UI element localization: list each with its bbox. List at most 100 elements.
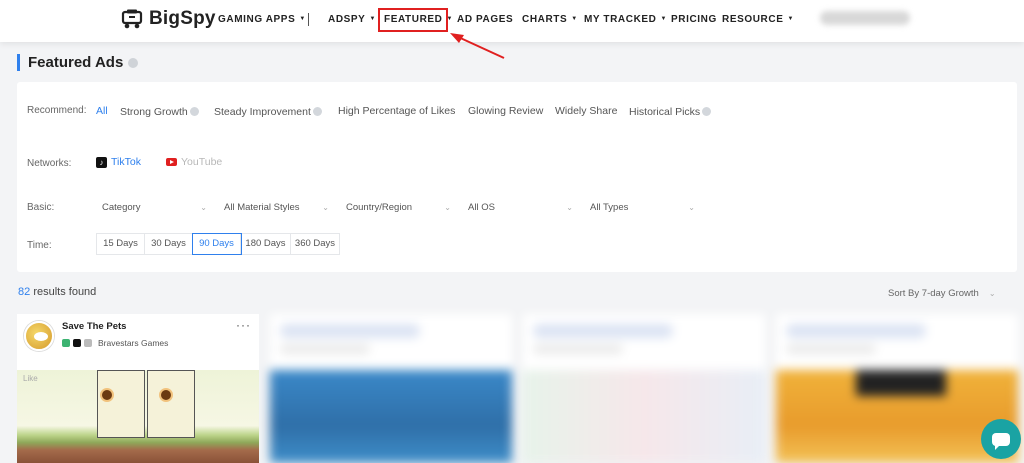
blurred-subheader	[533, 344, 623, 354]
ad-card-blurred[interactable]	[523, 314, 765, 463]
recommend-all[interactable]: All	[96, 105, 108, 117]
logo-text: BigSpy	[149, 8, 216, 29]
time-90-days[interactable]: 90 Days	[192, 233, 242, 255]
logo[interactable]: BigSpy	[120, 8, 216, 30]
card-meta: Bravestars Games	[62, 338, 168, 348]
sort-select[interactable]: Sort By 7-day Growth ⌄	[888, 288, 996, 299]
crown-icon	[84, 339, 92, 347]
networks-label: Networks:	[27, 158, 72, 169]
nav-divider	[308, 13, 309, 26]
user-account-menu[interactable]	[820, 11, 910, 25]
blurred-subheader	[280, 344, 370, 354]
results-count: 82 results found	[18, 286, 96, 298]
results-number: 82	[18, 286, 31, 298]
ad-card-blurred[interactable]	[270, 314, 512, 463]
game-pillar-left	[97, 370, 145, 438]
chip-label: Steady Improvement	[214, 106, 311, 118]
tiktok-icon: ♪	[96, 156, 107, 168]
recommend-high-likes[interactable]: High Percentage of Likes	[338, 105, 455, 117]
country-region-select[interactable]: Country/Region ⌄	[346, 199, 451, 215]
blurred-header	[533, 324, 673, 338]
chevron-down-icon: ⌄	[444, 202, 451, 212]
nav-my-tracked[interactable]: MY TRACKED ▼	[584, 14, 667, 25]
chevron-down-icon: ⌄	[200, 202, 207, 212]
filter-panel: Recommend: All Strong Growth Steady Impr…	[17, 82, 1017, 272]
caret-down-icon: ▼	[660, 16, 668, 22]
title-accent-bar	[17, 54, 20, 71]
category-select[interactable]: Category ⌄	[102, 199, 207, 215]
network-label: YouTube	[181, 156, 223, 168]
types-select[interactable]: All Types ⌄	[590, 199, 695, 215]
nav-charts[interactable]: CHARTS ▼	[522, 14, 578, 25]
app-avatar	[24, 321, 54, 351]
recommend-label: Recommend:	[27, 105, 87, 116]
help-icon	[702, 107, 712, 116]
time-label: Time:	[27, 240, 52, 251]
time-15-days[interactable]: 15 Days	[97, 234, 145, 254]
time-180-days[interactable]: 180 Days	[241, 234, 291, 254]
time-range-group: 15 Days 30 Days 90 Days 180 Days 360 Day…	[96, 233, 340, 255]
help-icon[interactable]	[128, 57, 139, 68]
ad-card[interactable]: Save The Pets ··· Bravestars Games Like	[17, 314, 259, 463]
card-title: Save The Pets	[62, 321, 127, 332]
nav-label: PRICING	[671, 14, 717, 25]
recommend-steady-improvement[interactable]: Steady Improvement	[214, 106, 322, 118]
featured-highlight-box	[378, 8, 448, 32]
game-eye-left	[100, 388, 114, 402]
caret-down-icon: ▼	[369, 16, 376, 22]
results-suffix: results found	[33, 286, 97, 298]
ad-preview[interactable]: Like	[17, 370, 259, 463]
nav-resource[interactable]: RESOURCE ▼	[722, 14, 794, 25]
time-30-days[interactable]: 30 Days	[145, 234, 193, 254]
ad-preview	[523, 370, 765, 463]
chip-label: Historical Picks	[629, 106, 701, 118]
network-youtube[interactable]: YouTube	[166, 156, 222, 168]
chat-support-button[interactable]	[981, 419, 1021, 459]
chevron-down-icon: ⌄	[322, 202, 329, 212]
basic-label: Basic:	[27, 202, 55, 213]
page-title-row: Featured Ads	[17, 54, 139, 71]
chat-bubble-icon	[992, 432, 1010, 450]
caret-down-icon: ▼	[787, 16, 795, 22]
chevron-down-icon: ⌄	[566, 202, 573, 212]
select-value: All Material Styles	[224, 201, 300, 213]
network-label: TikTok	[111, 156, 141, 168]
sort-label: Sort By 7-day Growth	[888, 288, 979, 299]
nav-adspy[interactable]: ADSPY ▼	[328, 14, 376, 25]
chevron-down-icon: ⌄	[688, 202, 695, 212]
nav-pricing[interactable]: PRICING	[671, 14, 717, 25]
ad-preview	[270, 370, 512, 463]
preview-dark-block	[856, 370, 946, 396]
select-value: All OS	[468, 201, 495, 213]
game-pillar-right	[147, 370, 195, 438]
nav-label: ADSPY	[328, 14, 366, 25]
recommend-glowing-review[interactable]: Glowing Review	[468, 105, 543, 117]
os-select[interactable]: All OS ⌄	[468, 199, 573, 215]
nav-label: AD PAGES	[457, 14, 514, 25]
chip-label: Strong Growth	[120, 106, 188, 118]
recommend-strong-growth[interactable]: Strong Growth	[120, 106, 199, 118]
avatar-face	[34, 332, 48, 341]
card-header: Save The Pets ··· Bravestars Games	[17, 314, 259, 370]
nav-label: GAMING APPS	[218, 14, 296, 25]
time-360-days[interactable]: 360 Days	[291, 234, 339, 254]
caret-down-icon: ▼	[299, 16, 306, 22]
blurred-subheader	[786, 344, 876, 354]
page-title: Featured Ads	[28, 54, 124, 71]
chevron-down-icon: ⌄	[988, 289, 996, 298]
blurred-header	[280, 324, 420, 338]
select-value: All Types	[590, 201, 629, 213]
more-options-icon[interactable]: ···	[236, 318, 251, 332]
help-icon	[312, 107, 322, 116]
recommend-historical-picks[interactable]: Historical Picks	[629, 106, 712, 118]
youtube-icon	[166, 158, 177, 166]
caret-down-icon: ▼	[571, 16, 578, 22]
material-styles-select[interactable]: All Material Styles ⌄	[224, 199, 329, 215]
bigspy-logo-icon	[121, 9, 143, 29]
nav-gaming-apps[interactable]: GAMING APPS ▼	[218, 14, 306, 25]
recommend-widely-share[interactable]: Widely Share	[555, 105, 617, 117]
android-icon	[62, 339, 70, 347]
network-tiktok[interactable]: ♪ TikTok	[96, 156, 141, 168]
nav-ad-pages[interactable]: AD PAGES	[457, 14, 513, 25]
help-icon	[189, 107, 199, 116]
